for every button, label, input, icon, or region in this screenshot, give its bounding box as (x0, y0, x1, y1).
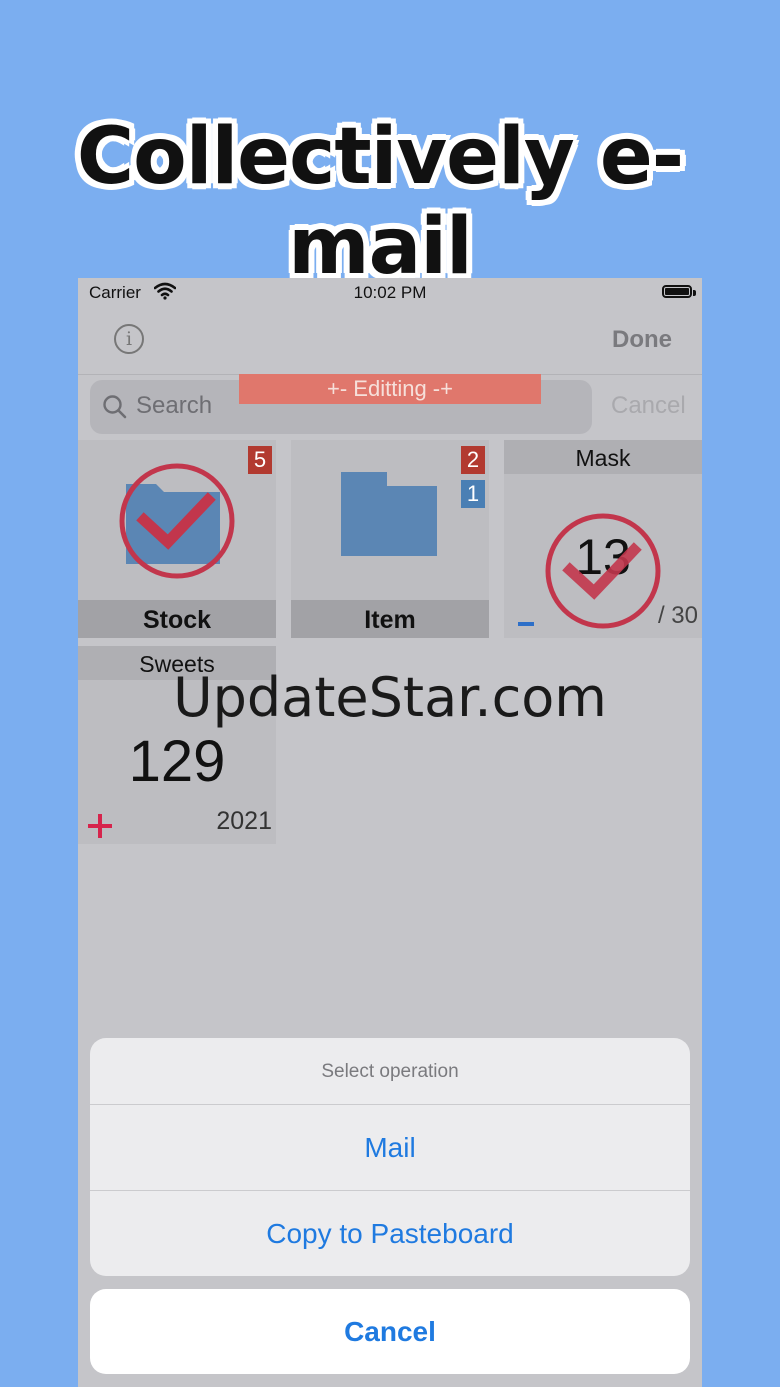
count-badge: 2 (461, 446, 485, 474)
headline: Collectively e-mail (76, 112, 684, 292)
counter-max: / 30 (657, 602, 698, 629)
battery-icon (662, 285, 692, 298)
mail-button[interactable]: Mail (90, 1105, 690, 1190)
status-bar: Carrier 10:02 PM (78, 278, 702, 308)
info-icon[interactable]: i (114, 324, 144, 354)
count-badge: 5 (248, 446, 272, 474)
editing-banner: +- Editting -+ (239, 374, 541, 404)
tile-item[interactable]: 2 1 Item (291, 440, 489, 638)
copy-to-pasteboard-button[interactable]: Copy to Pasteboard (90, 1191, 690, 1276)
search-cancel-button[interactable]: Cancel (611, 392, 686, 420)
counter-value: 129 (128, 729, 226, 794)
increment-icon-stem (98, 814, 102, 838)
tile-label: Item (291, 600, 489, 638)
action-sheet-title: Select operation (321, 1061, 459, 1082)
watermark: UpdateStar.com (173, 666, 607, 729)
decrement-button[interactable] (518, 622, 534, 626)
cancel-button[interactable]: Cancel (90, 1289, 690, 1374)
folder-icon (341, 472, 437, 556)
status-time: 10:02 PM (353, 283, 427, 302)
count-badge-secondary: 1 (461, 480, 485, 508)
search-placeholder: Search (136, 392, 213, 419)
tile-label: Stock (78, 600, 276, 638)
checkmark-icon (119, 463, 235, 579)
tile-stock[interactable]: 5 Stock (78, 440, 276, 638)
tile-mask[interactable]: Mask 13 / 30 (504, 440, 702, 638)
tile-label: Mask (504, 440, 702, 474)
battery-tip (693, 290, 696, 296)
done-button[interactable]: Done (612, 326, 672, 354)
checkmark-icon (545, 513, 661, 629)
search-icon (103, 395, 127, 419)
action-sheet: Select operation Mail Copy to Pasteboard (90, 1038, 690, 1276)
navigation-bar: i Done (78, 308, 702, 375)
tile-year: 2021 (216, 807, 272, 835)
